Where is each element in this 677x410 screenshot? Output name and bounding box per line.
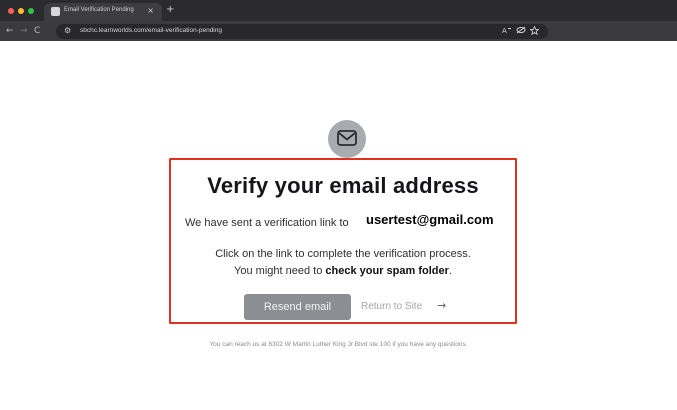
instruction-line-2: You might need to check your spam folder… bbox=[169, 265, 517, 277]
maximize-window-button[interactable] bbox=[28, 8, 34, 14]
resend-email-button[interactable]: Resend email bbox=[244, 294, 351, 320]
browser-tab-bar: Email Verification Pending × + bbox=[0, 0, 677, 21]
mail-badge bbox=[328, 120, 366, 158]
site-info-icon[interactable]: ⚙ bbox=[64, 26, 71, 35]
minimize-window-button[interactable] bbox=[18, 8, 24, 14]
favicon-icon bbox=[51, 7, 60, 16]
instruction-prefix: You might need to bbox=[234, 265, 326, 277]
reload-button[interactable]: C bbox=[34, 25, 40, 37]
arrow-right-icon[interactable]: → bbox=[437, 299, 446, 312]
close-window-button[interactable] bbox=[8, 8, 14, 14]
svg-text:A: A bbox=[502, 27, 507, 34]
translate-icon[interactable]: A bbox=[502, 26, 512, 36]
spam-folder-hint: check your spam folder bbox=[325, 265, 449, 277]
browser-toolbar: ← → C ⚙ sbchc.learnworlds.com/email-veri… bbox=[0, 21, 677, 41]
back-button[interactable]: ← bbox=[6, 25, 14, 37]
page-content: Verify your email address We have sent a… bbox=[0, 41, 677, 410]
footer-contact-text: You can reach us at 6302 W Martin Luther… bbox=[209, 341, 468, 348]
page-title: Verify your email address bbox=[207, 173, 479, 198]
url-text[interactable]: sbchc.learnworlds.com/email-verification… bbox=[80, 27, 222, 34]
tab-title: Email Verification Pending bbox=[64, 7, 134, 13]
new-tab-button[interactable]: + bbox=[166, 4, 174, 15]
envelope-icon bbox=[337, 130, 357, 146]
forward-button[interactable]: → bbox=[20, 25, 28, 37]
verification-sent-text: We have sent a verification link to bbox=[185, 217, 349, 229]
return-to-site-link[interactable]: Return to Site bbox=[361, 301, 422, 312]
instruction-line-1: Click on the link to complete the verifi… bbox=[215, 248, 471, 260]
address-bar[interactable]: ⚙ sbchc.learnworlds.com/email-verificati… bbox=[56, 24, 548, 39]
eye-off-icon[interactable] bbox=[516, 26, 526, 36]
star-icon[interactable] bbox=[529, 25, 540, 37]
browser-tab[interactable]: Email Verification Pending × bbox=[44, 3, 162, 21]
email-address: usertest@gmail.com bbox=[366, 212, 494, 227]
tab-close-icon[interactable]: × bbox=[147, 6, 154, 15]
instruction-suffix: . bbox=[448, 265, 452, 277]
